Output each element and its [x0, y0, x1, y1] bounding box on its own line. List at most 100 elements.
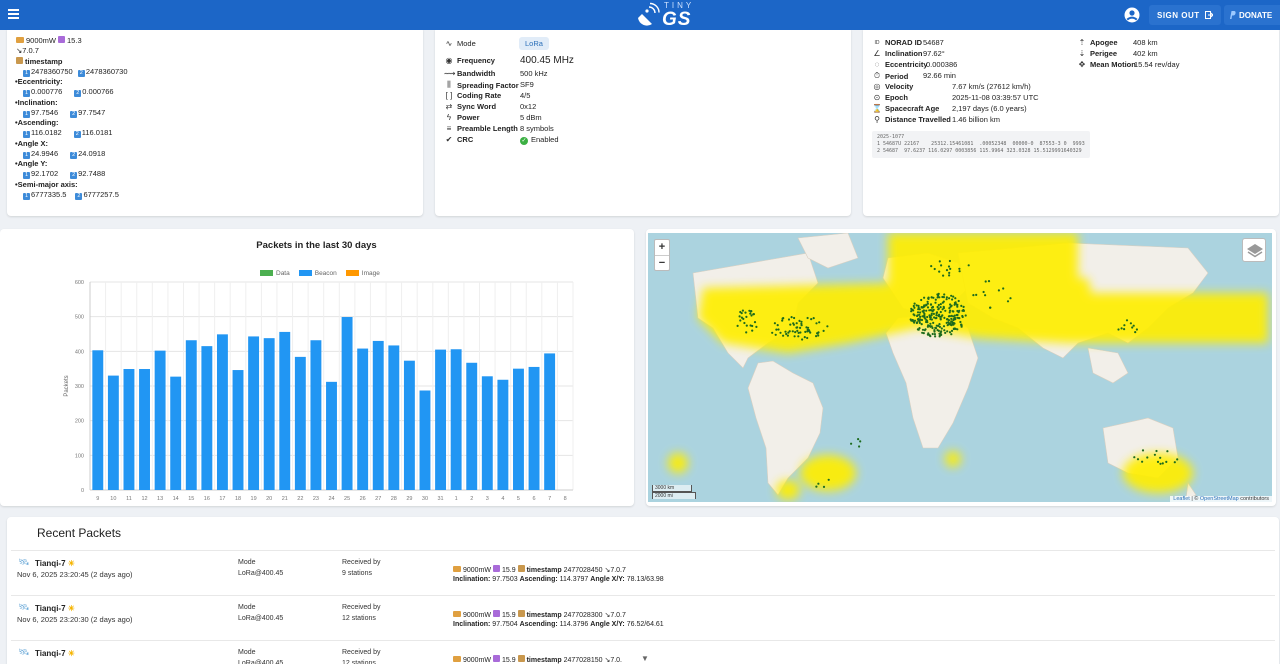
station-marker[interactable] [920, 306, 923, 309]
station-marker[interactable] [817, 482, 820, 485]
station-marker[interactable] [910, 307, 913, 310]
station-marker[interactable] [949, 309, 952, 312]
station-marker[interactable] [771, 331, 774, 334]
station-marker[interactable] [1155, 449, 1158, 453]
station-marker[interactable] [949, 267, 952, 270]
station-marker[interactable] [1156, 460, 1160, 463]
station-marker[interactable] [964, 314, 967, 317]
station-marker[interactable] [921, 331, 924, 334]
leaflet-link[interactable]: Leaflet [1173, 496, 1190, 502]
station-marker[interactable] [909, 318, 912, 321]
station-marker[interactable] [939, 317, 942, 320]
station-marker[interactable] [1125, 319, 1129, 322]
station-marker[interactable] [826, 325, 829, 328]
station-marker[interactable] [1176, 458, 1179, 461]
station-marker[interactable] [958, 267, 961, 270]
station-marker[interactable] [1123, 324, 1126, 327]
station-marker[interactable] [744, 311, 747, 314]
station-marker[interactable] [932, 321, 935, 324]
station-marker[interactable] [1146, 456, 1149, 459]
station-marker[interactable] [942, 325, 946, 328]
station-marker[interactable] [775, 328, 778, 331]
station-marker[interactable] [956, 328, 959, 331]
station-marker[interactable] [948, 297, 951, 300]
station-marker[interactable] [791, 330, 794, 333]
station-marker[interactable] [948, 271, 951, 274]
station-marker[interactable] [929, 316, 932, 319]
station-marker[interactable] [946, 330, 949, 333]
station-marker[interactable] [822, 329, 825, 332]
station-marker[interactable] [915, 304, 918, 307]
station-marker[interactable] [950, 314, 953, 317]
station-marker[interactable] [752, 313, 755, 316]
station-marker[interactable] [982, 290, 985, 294]
station-marker[interactable] [749, 312, 752, 315]
station-marker[interactable] [859, 440, 862, 443]
station-marker[interactable] [1161, 462, 1164, 465]
station-marker[interactable] [801, 338, 804, 341]
station-marker[interactable] [926, 333, 929, 336]
station-marker[interactable] [742, 317, 745, 320]
station-marker[interactable] [799, 331, 802, 334]
station-marker[interactable] [1006, 300, 1010, 303]
station-marker[interactable] [935, 311, 939, 314]
station-marker[interactable] [920, 298, 923, 302]
station-marker[interactable] [956, 305, 959, 308]
station-marker[interactable] [1136, 458, 1140, 461]
station-marker[interactable] [815, 322, 818, 325]
station-marker[interactable] [934, 301, 937, 304]
packet-row[interactable]: 🛰 Tianqi-7 ☀ Nov 6, 2025 23:20:45 (2 days … [11, 550, 1275, 592]
station-marker[interactable] [953, 301, 956, 305]
station-marker[interactable] [946, 318, 949, 321]
station-marker[interactable] [803, 336, 806, 339]
station-marker[interactable] [949, 303, 952, 306]
station-marker[interactable] [941, 314, 944, 317]
station-marker[interactable] [939, 303, 942, 306]
station-marker[interactable] [1129, 322, 1132, 325]
station-marker[interactable] [812, 317, 815, 320]
station-marker[interactable] [1166, 450, 1169, 453]
station-marker[interactable] [816, 332, 819, 335]
station-marker[interactable] [943, 329, 946, 332]
packet-row[interactable]: 🛰 Tianqi-7 ☀ Nov 6, 2025 23:20:30 (2 days … [11, 595, 1275, 637]
station-marker[interactable] [972, 294, 975, 297]
station-marker[interactable] [745, 324, 748, 327]
station-marker[interactable] [943, 316, 946, 319]
station-marker[interactable] [1173, 461, 1176, 464]
station-marker[interactable] [949, 305, 952, 308]
station-marker[interactable] [950, 317, 953, 320]
station-marker[interactable] [945, 269, 949, 272]
station-marker[interactable] [926, 300, 929, 303]
station-marker[interactable] [1134, 331, 1137, 334]
station-marker[interactable] [818, 321, 821, 324]
station-marker[interactable] [942, 274, 945, 277]
station-marker[interactable] [787, 318, 791, 321]
station-marker[interactable] [750, 314, 753, 317]
station-marker[interactable] [959, 320, 962, 324]
station-marker[interactable] [938, 313, 941, 316]
station-marker[interactable] [923, 296, 926, 299]
station-marker[interactable] [936, 296, 939, 299]
station-marker[interactable] [948, 274, 951, 277]
station-marker[interactable] [950, 333, 953, 336]
account-icon[interactable] [1124, 7, 1140, 23]
station-marker[interactable] [938, 332, 941, 335]
station-marker[interactable] [793, 316, 796, 320]
station-marker[interactable] [960, 325, 963, 328]
station-marker[interactable] [920, 318, 924, 322]
station-marker[interactable] [798, 319, 801, 322]
station-marker[interactable] [931, 332, 934, 336]
station-marker[interactable] [947, 323, 950, 326]
station-marker[interactable] [773, 322, 776, 325]
station-marker[interactable] [933, 333, 936, 336]
station-marker[interactable] [941, 301, 944, 304]
station-marker[interactable] [920, 323, 923, 326]
station-marker[interactable] [997, 289, 1000, 292]
station-marker[interactable] [918, 321, 921, 324]
station-marker[interactable] [926, 306, 930, 309]
station-marker[interactable] [960, 323, 963, 326]
station-marker[interactable] [936, 329, 939, 332]
station-marker[interactable] [940, 327, 943, 330]
station-marker[interactable] [822, 485, 826, 488]
station-marker[interactable] [948, 331, 952, 334]
